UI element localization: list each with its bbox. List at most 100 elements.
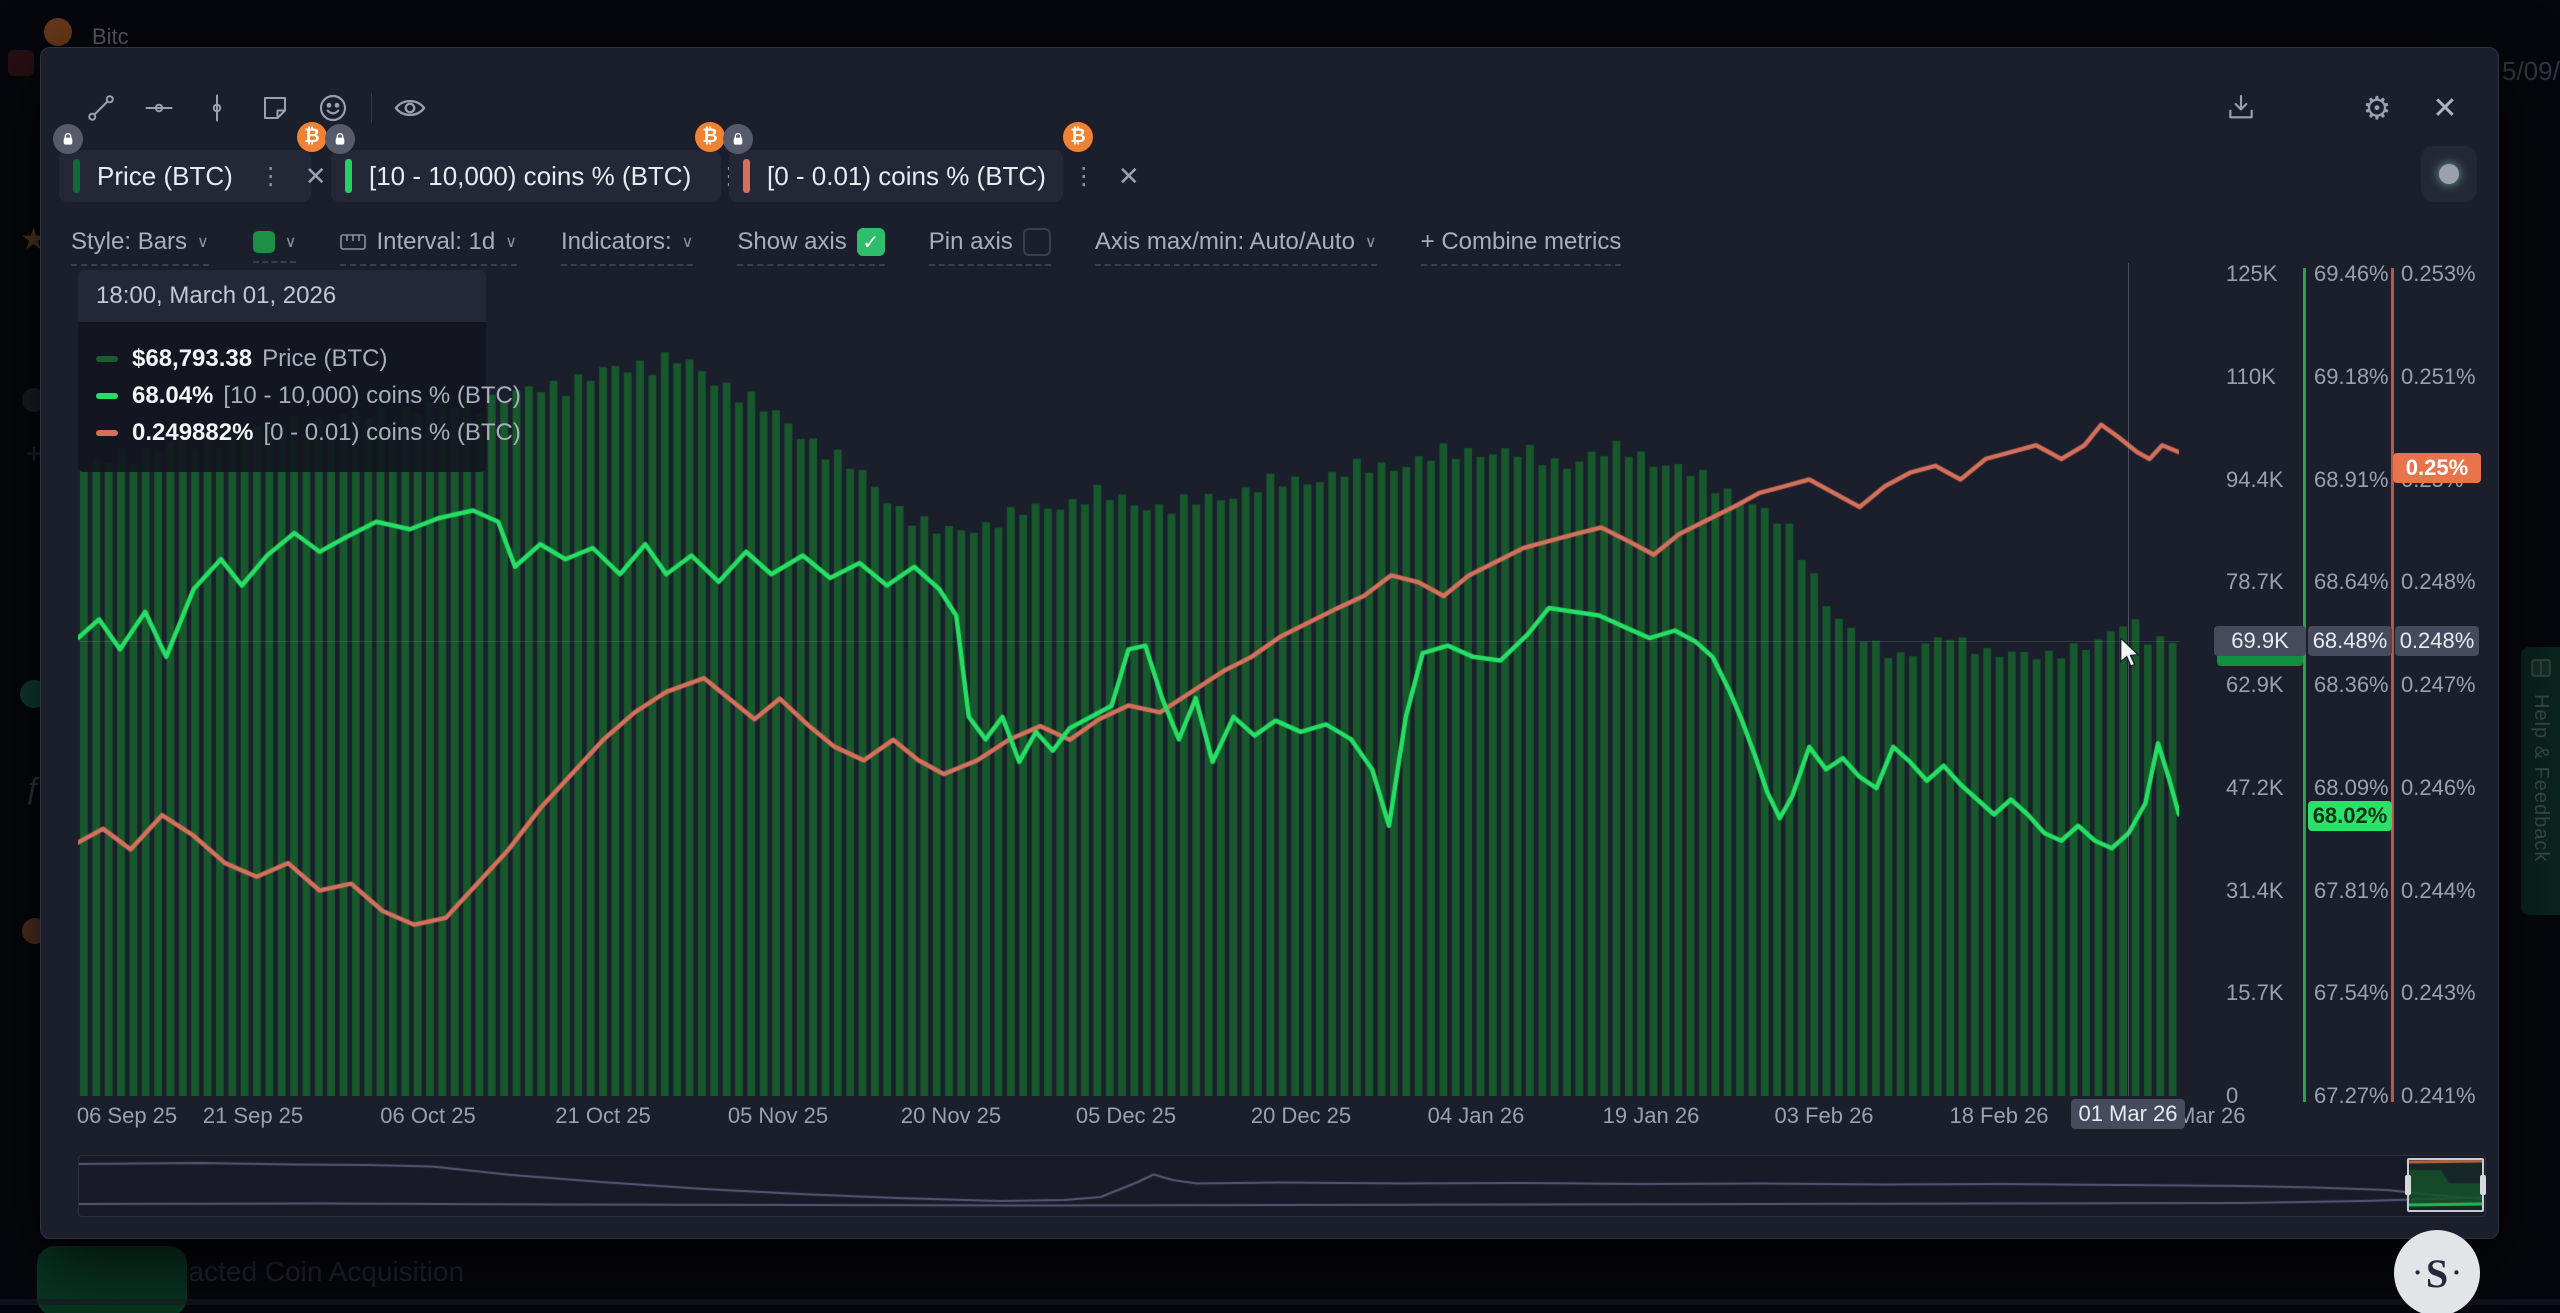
emoji-icon[interactable]: [313, 88, 353, 128]
green-axis-tick: 68.09%: [2314, 774, 2389, 800]
range-navigator[interactable]: [78, 1155, 2486, 1217]
x-axis-label: 05 Dec 25: [1075, 1103, 1177, 1128]
mouse-cursor: [2120, 638, 2140, 667]
pin-axis-toggle[interactable]: Pin axis: [928, 228, 1051, 266]
tab-label: Price (BTC): [97, 160, 233, 191]
eye-icon[interactable]: [390, 88, 430, 128]
orange-axis-tick: 0.247%: [2401, 672, 2476, 697]
chevron-down-icon: ∨: [197, 234, 209, 251]
x-axis-label: 20 Nov 25: [900, 1103, 1002, 1128]
price-axis-tick: 31.4K: [2226, 877, 2284, 903]
tab--0-0-01-coins-btc-[interactable]: [0 - 0.01) coins % (BTC) ⋮ ✕: [729, 150, 1140, 202]
close-icon[interactable]: ✕: [2425, 88, 2465, 128]
trend-line-icon[interactable]: [81, 88, 121, 128]
show-axis-toggle[interactable]: Show axis ✓: [737, 228, 885, 266]
interval-selector[interactable]: Interval: 1d ∨: [340, 228, 517, 266]
pin-axis-checkbox[interactable]: [1022, 228, 1051, 256]
tooltip-value: 68.04%: [132, 382, 214, 409]
axis-maxmin-selector[interactable]: Axis max/min: Auto/Auto ∨: [1094, 228, 1377, 266]
lock-badge: [723, 124, 753, 154]
x-axis-label: 05 Nov 25: [727, 1103, 829, 1128]
orange-axis-line: [2391, 268, 2394, 1102]
style-label: Style: Bars: [71, 228, 188, 255]
crosshair-orange-badge: 0.248%: [2395, 626, 2479, 656]
metric-tabs: Price (BTC) ⋮ ✕ ₿ [10 - 10,000) coins % (BTC…: [41, 122, 2498, 206]
tab-color-bar: [345, 159, 352, 193]
settings-icon[interactable]: ⚙: [2357, 88, 2397, 128]
series-swatch: [96, 430, 118, 436]
x-axis-label: 19 Jan 26: [1602, 1103, 1700, 1128]
chevron-down-icon: ∨: [505, 234, 517, 251]
crosshair-price-badge: 69.9K: [2214, 626, 2306, 656]
crosshair-horizontal-line: [78, 641, 2179, 642]
chevron-down-icon: ∨: [1364, 234, 1377, 251]
tab-menu-icon[interactable]: ⋮: [1072, 162, 1096, 191]
navigator-right-handle[interactable]: [2480, 1175, 2486, 1195]
x-axis-label: 21 Oct 25: [555, 1103, 651, 1128]
chevron-down-icon: ∨: [681, 234, 694, 251]
green-axis-tick: 68.36%: [2314, 672, 2389, 697]
logo-dot-left: ·: [2413, 1258, 2422, 1287]
green-axis-tick: 68.64%: [2314, 569, 2389, 595]
tab-close-icon[interactable]: ✕: [305, 161, 327, 192]
drawing-toolbar: [81, 88, 430, 128]
logo-letter: S: [2425, 1250, 2449, 1296]
tooltip-value: 0.249882%: [132, 419, 254, 446]
tab-price-btc-[interactable]: Price (BTC) ⋮ ✕: [59, 150, 327, 202]
price-axis-tick: 15.7K: [2226, 980, 2284, 1006]
tab--10-10-000-coins-btc-[interactable]: [10 - 10,000) coins % (BTC)⋮✕: [331, 150, 785, 202]
measure-vertical-icon[interactable]: [197, 88, 237, 128]
tab-color-bar: [73, 159, 80, 193]
bitcoin-badge: ₿: [297, 122, 327, 152]
style-selector[interactable]: Style: Bars ∨: [71, 228, 209, 266]
chevron-down-icon: ∨: [284, 234, 297, 251]
navigator-canvas: [79, 1156, 2483, 1214]
series-swatch: [96, 356, 118, 362]
show-axis-checkbox[interactable]: ✓: [856, 228, 885, 256]
navigator-selection-window[interactable]: [2405, 1158, 2486, 1212]
tooltip-label: [10 - 10,000) coins % (BTC): [223, 382, 521, 409]
bitcoin-badge: ₿: [695, 122, 725, 152]
orange-axis-tick: 0.244%: [2401, 877, 2476, 903]
logo-dot-right: ·: [2452, 1258, 2461, 1287]
orange-axis-tick: 0.241%: [2401, 1083, 2476, 1108]
indicators-selector[interactable]: Indicators: ∨: [560, 228, 694, 266]
screen: Bitc 5/09/ ★ + ƒ Transacted Coin Acquisi…: [0, 0, 2560, 1313]
tooltip-row: $68,793.38 Price (BTC): [96, 345, 468, 373]
price-axis-tick: 110K: [2226, 363, 2276, 389]
tooltip-row: 68.04% [10 - 10,000) coins % (BTC): [96, 382, 521, 410]
price-axis-tick: 62.9K: [2226, 672, 2284, 697]
green-axis-line: [2303, 268, 2306, 1102]
orange-axis-tick: 0.243%: [2401, 980, 2476, 1006]
crosshair-green-badge: 68.48%: [2308, 626, 2392, 656]
orange-axis-tick: 0.253%: [2401, 261, 2476, 286]
axis-maxmin-label: Axis max/min: Auto/Auto: [1094, 228, 1355, 255]
x-axis-label: 18 Feb 26: [1949, 1103, 2049, 1128]
chart-controls: Style: Bars ∨ ∨ Interval: 1d ∨ Indicators: ∨ Sh…: [71, 228, 1622, 266]
x-axis-label: 04 Jan 26: [1427, 1103, 1525, 1128]
gear-icon-glyph: ⚙: [2362, 90, 2392, 126]
navigator-left-handle[interactable]: [2405, 1175, 2411, 1195]
toolbar-divider: [371, 93, 372, 123]
price-axis-tick: 78.7K: [2226, 569, 2284, 595]
x-axis-label: 21 Sep 25: [202, 1103, 304, 1128]
tab-label: [0 - 0.01) coins % (BTC): [767, 160, 1046, 191]
color-selector[interactable]: ∨: [252, 231, 297, 263]
green-axis-tick: 67.81%: [2314, 877, 2389, 903]
green-axis-tick: 67.27%: [2314, 1083, 2389, 1108]
code-icon[interactable]: [2289, 88, 2329, 128]
tab-label: [10 - 10,000) coins % (BTC): [369, 160, 692, 191]
combine-metrics-button[interactable]: + Combine metrics: [1420, 228, 1622, 266]
price-axis-tick: 94.4K: [2226, 466, 2284, 492]
tab-menu-icon[interactable]: ⋮: [259, 162, 283, 191]
tooltip-value: $68,793.38: [132, 345, 253, 372]
download-icon[interactable]: [2221, 88, 2261, 128]
x-axis-label: 06 Oct 25: [380, 1103, 476, 1128]
green-axis-tick: 69.18%: [2314, 363, 2389, 389]
note-icon[interactable]: [255, 88, 295, 128]
window-actions: ⚙ ✕: [2221, 88, 2465, 128]
tab-close-icon[interactable]: ✕: [1118, 161, 1140, 192]
tab-color-bar: [743, 159, 750, 193]
recorder-logo: · S ·: [2394, 1230, 2480, 1313]
measure-horizontal-icon[interactable]: [139, 88, 179, 128]
